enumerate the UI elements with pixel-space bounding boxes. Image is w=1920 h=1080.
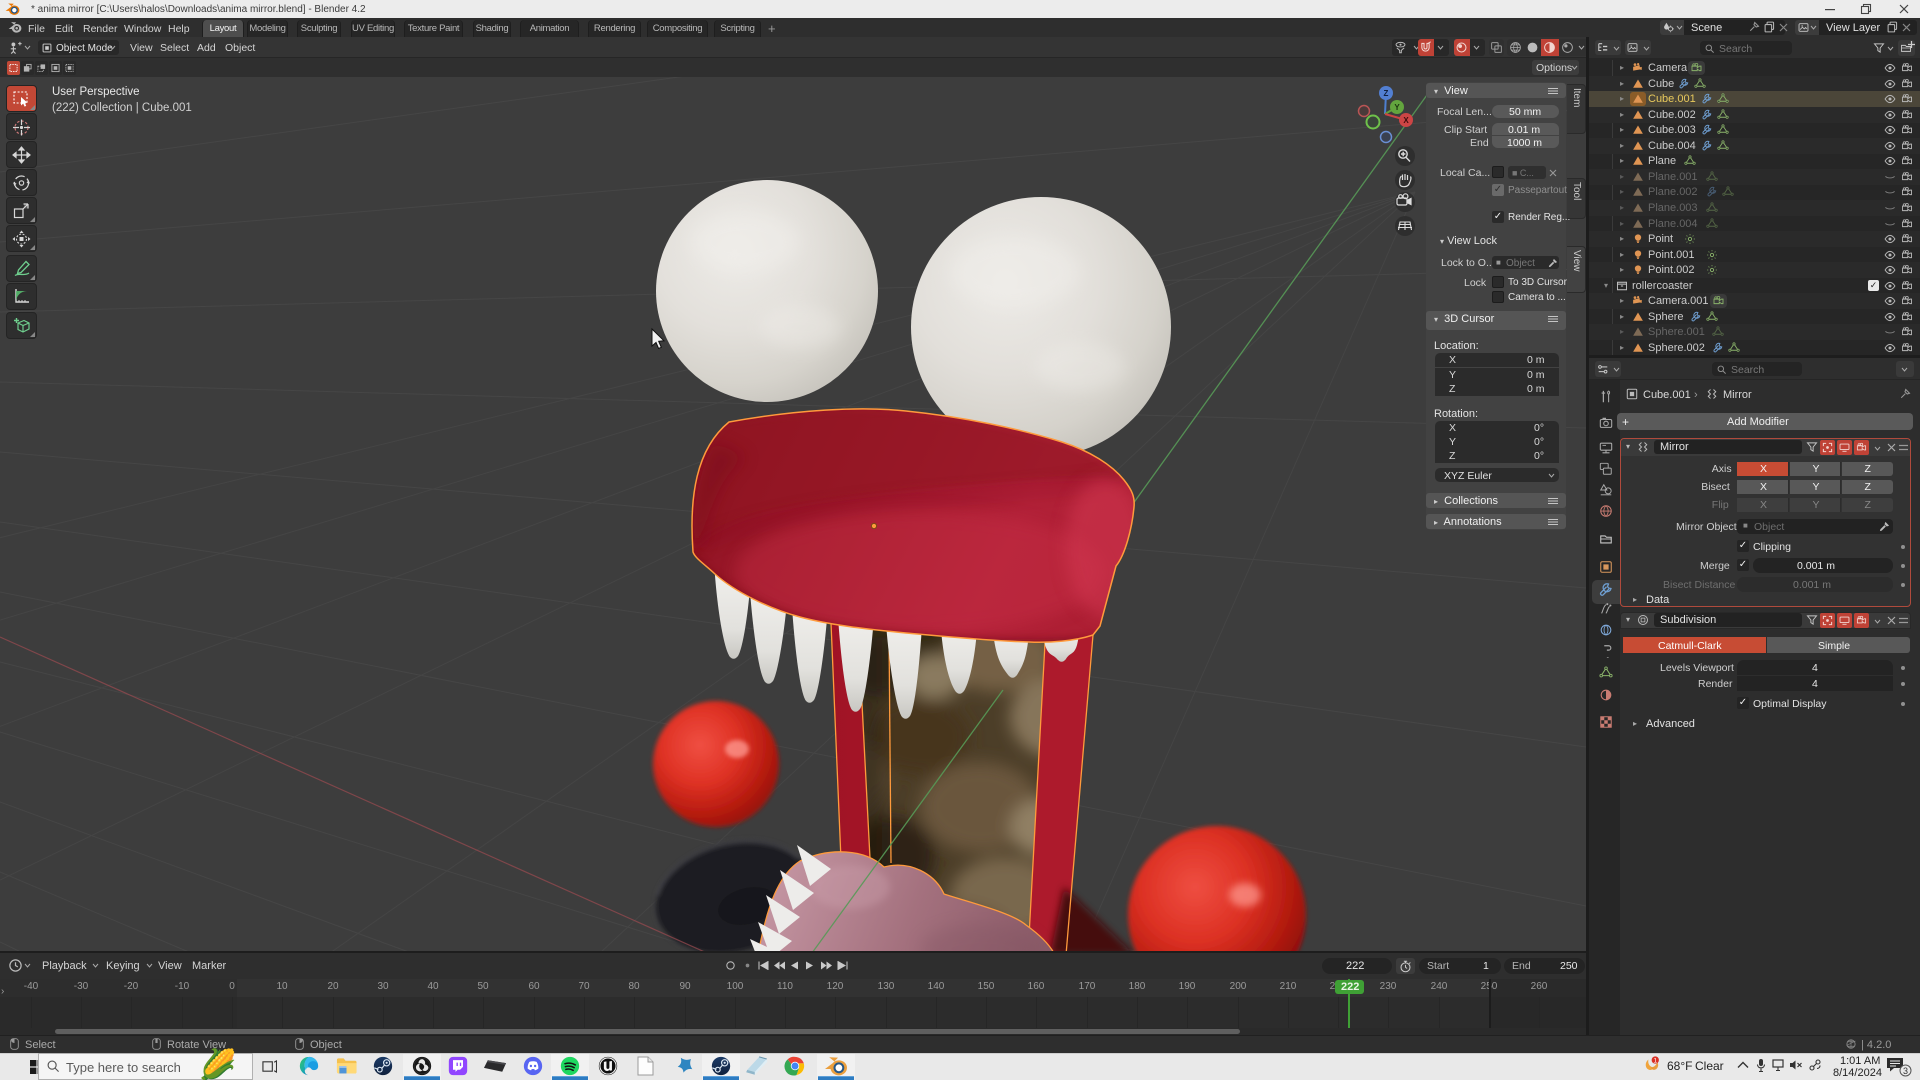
svg-text:Z: Z: [1384, 89, 1389, 98]
svg-text:Y: Y: [1394, 103, 1400, 112]
svg-text:3: 3: [1903, 1066, 1908, 1076]
svg-text:1: 1: [1653, 1058, 1657, 1065]
svg-text:X: X: [1403, 116, 1409, 125]
